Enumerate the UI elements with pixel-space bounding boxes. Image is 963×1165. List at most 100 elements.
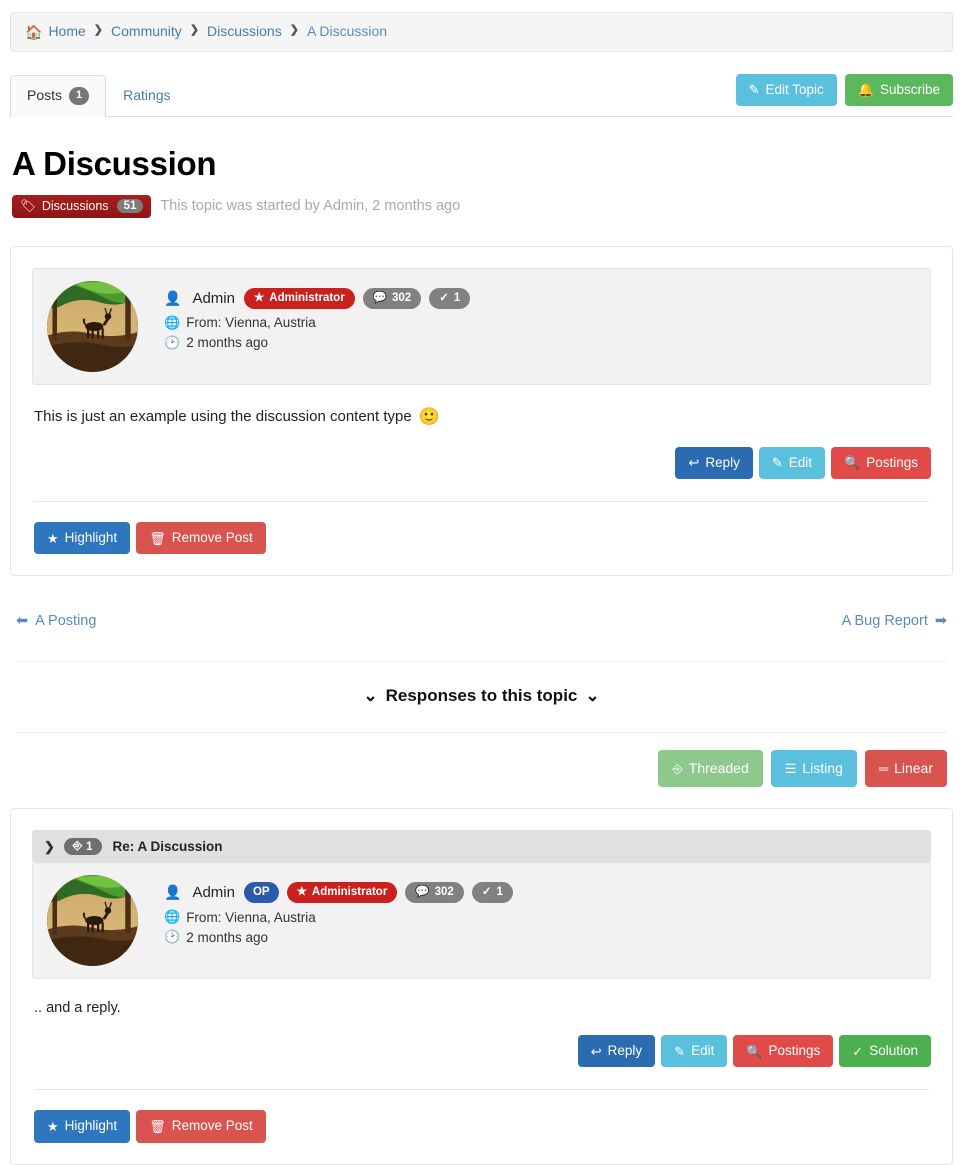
reply-author-name[interactable]: Admin bbox=[192, 884, 235, 901]
reply-panel: ❯ ⎆ 1 Re: A Discussion 👤 Admin OP ★ Admi… bbox=[10, 808, 953, 1165]
highlight-button[interactable]: ★ Highlight bbox=[34, 522, 131, 555]
remove-post-button[interactable]: 🗑 Remove Post bbox=[136, 522, 266, 555]
topic-tag-label: Discussions bbox=[41, 199, 109, 214]
chevron-right-icon[interactable]: ❯ bbox=[44, 839, 55, 855]
comment-icon: 💬 bbox=[372, 291, 388, 304]
arrow-circle-left-icon: ⬅ bbox=[16, 613, 29, 630]
view-mode-listing-label: Listing bbox=[802, 760, 843, 777]
breadcrumb-item-community[interactable]: Community bbox=[111, 22, 182, 42]
post-time: 🕑 2 months ago bbox=[164, 335, 470, 351]
post-actions: ↩ Reply ✎ Edit 🔍 Postings bbox=[32, 446, 931, 480]
post-body: This is just an example using the discus… bbox=[32, 385, 931, 427]
reply-author-line: 👤 Admin OP ★ Administrator 💬 302 ✓ 1 bbox=[164, 882, 513, 904]
reply-footer-actions: ★ Highlight 🗑 Remove Post bbox=[32, 1110, 931, 1143]
breadcrumb-item-home[interactable]: Home bbox=[48, 22, 85, 42]
post-location: 🌐 From: Vienna, Austria bbox=[164, 315, 470, 331]
reply-title: Re: A Discussion bbox=[112, 839, 223, 855]
badge-administrator-label: Administrator bbox=[311, 886, 388, 899]
star-icon: ★ bbox=[253, 291, 265, 304]
post-author-line: 👤 Admin ★ Administrator 💬 302 ✓ 1 bbox=[164, 287, 471, 309]
list-icon: ☰ bbox=[784, 761, 797, 777]
edit-label: Edit bbox=[788, 454, 813, 470]
post-panel: 👤 Admin ★ Administrator 💬 302 ✓ 1 🌐 From… bbox=[10, 245, 953, 577]
reply-icon: ↩ bbox=[688, 455, 700, 471]
reply-label: Reply bbox=[705, 454, 740, 470]
solution-button[interactable]: ✓ Solution bbox=[839, 1035, 931, 1068]
smiley-icon: 🙂 bbox=[418, 406, 440, 426]
tab-ratings[interactable]: Ratings bbox=[106, 75, 187, 117]
badge-op: OP bbox=[243, 882, 279, 904]
reply-location: 🌐 From: Vienna, Austria bbox=[164, 909, 513, 925]
arrow-circle-right-icon: ➡ bbox=[934, 613, 947, 630]
pager-next-link[interactable]: A Bug Report ➡ bbox=[842, 613, 947, 629]
reply-icon: ↩ bbox=[590, 1043, 602, 1059]
globe-icon: 🌐 bbox=[164, 909, 181, 925]
edit-topic-button[interactable]: ✎ Edit Topic bbox=[735, 73, 837, 106]
pager-prev-link[interactable]: ⬅ A Posting bbox=[16, 613, 96, 629]
pager-next-label: A Bug Report bbox=[841, 613, 928, 630]
user-icon: 👤 bbox=[164, 884, 182, 901]
tab-posts-label: Posts bbox=[27, 87, 63, 104]
reply-header: 👤 Admin OP ★ Administrator 💬 302 ✓ 1 🌐 F… bbox=[32, 863, 931, 980]
view-mode-listing[interactable]: ☰ Listing bbox=[770, 750, 857, 788]
reply-time-text: 2 months ago bbox=[186, 929, 268, 945]
edit-button[interactable]: ✎ Edit bbox=[758, 446, 826, 480]
comment-icon: 💬 bbox=[415, 886, 430, 899]
breadcrumb-item-discussions[interactable]: Discussions bbox=[207, 22, 282, 42]
reply-button[interactable]: ↩ Reply bbox=[577, 1035, 656, 1068]
badge-post-count-label: 302 bbox=[434, 886, 454, 899]
responses-heading: ⌄ Responses to this topic ⌄ bbox=[10, 686, 953, 706]
view-mode-linear[interactable]: ═ Linear bbox=[864, 750, 947, 788]
tab-posts[interactable]: Posts 1 bbox=[10, 75, 107, 117]
clock-icon: 🕑 bbox=[164, 334, 181, 350]
remove-post-label: Remove Post bbox=[171, 530, 253, 546]
reply-header-bar[interactable]: ❯ ⎆ 1 Re: A Discussion bbox=[32, 830, 931, 864]
post-time-text: 2 months ago bbox=[186, 335, 268, 351]
clock-icon: 🕑 bbox=[164, 929, 181, 945]
highlight-label: Highlight bbox=[64, 1118, 118, 1134]
post-author-name[interactable]: Admin bbox=[192, 290, 235, 307]
bars-icon: ═ bbox=[878, 761, 889, 777]
topic-tag-badge[interactable]: 🏷 Discussions 51 bbox=[12, 194, 152, 218]
page-root: 🏠 Home ❯ Community ❯ Discussions ❯ A Dis… bbox=[0, 12, 963, 1165]
pager-prev-label: A Posting bbox=[35, 613, 97, 630]
trash-icon: 🗑 bbox=[149, 530, 166, 546]
edit-icon: ✎ bbox=[674, 1043, 686, 1059]
reply-location-text: From: Vienna, Austria bbox=[186, 909, 316, 925]
badge-solution-count: ✓ 1 bbox=[429, 287, 471, 309]
badge-solution-count-label: 1 bbox=[496, 886, 503, 899]
reply-button[interactable]: ↩ Reply bbox=[675, 446, 753, 480]
responses-divider bbox=[16, 732, 947, 734]
avatar[interactable] bbox=[47, 280, 138, 372]
solution-label: Solution bbox=[869, 1043, 918, 1059]
check-icon: ✓ bbox=[439, 291, 449, 304]
post-location-text: From: Vienna, Austria bbox=[186, 315, 316, 331]
post-body-text: This is just an example using the discus… bbox=[34, 408, 412, 426]
subscribe-button[interactable]: 🔔 Subscribe bbox=[844, 73, 953, 106]
badge-administrator: ★ Administrator bbox=[286, 882, 398, 904]
topic-tag-count: 51 bbox=[116, 199, 144, 214]
postings-button[interactable]: 🔍 Postings bbox=[831, 446, 931, 480]
tab-list: Posts 1 Ratings bbox=[10, 75, 188, 117]
badge-administrator-label: Administrator bbox=[269, 291, 345, 304]
responses-heading-label: Responses to this topic bbox=[385, 686, 578, 706]
reply-author-info: 👤 Admin OP ★ Administrator 💬 302 ✓ 1 🌐 F… bbox=[164, 875, 513, 945]
highlight-label: Highlight bbox=[64, 530, 118, 546]
globe-icon: 🌐 bbox=[164, 314, 181, 330]
breadcrumb-separator: ❯ bbox=[93, 24, 104, 37]
postings-button[interactable]: 🔍 Postings bbox=[733, 1035, 834, 1068]
post-author-info: 👤 Admin ★ Administrator 💬 302 ✓ 1 🌐 From… bbox=[164, 281, 471, 351]
avatar[interactable] bbox=[47, 875, 138, 967]
remove-post-button[interactable]: 🗑 Remove Post bbox=[136, 1110, 266, 1143]
reply-time: 🕑 2 months ago bbox=[164, 929, 513, 945]
view-mode-linear-label: Linear bbox=[894, 760, 933, 777]
breadcrumb-separator: ❯ bbox=[289, 24, 299, 37]
view-mode-threaded[interactable]: ⎆ Threaded bbox=[658, 750, 763, 788]
check-icon: ✓ bbox=[481, 886, 492, 899]
bell-icon: 🔔 bbox=[857, 82, 874, 98]
topic-started-text: This topic was started by Admin, 2 month… bbox=[160, 198, 461, 215]
post-footer-actions: ★ Highlight 🗑 Remove Post bbox=[32, 522, 931, 555]
post-header: 👤 Admin ★ Administrator 💬 302 ✓ 1 🌐 From… bbox=[32, 267, 931, 385]
highlight-button[interactable]: ★ Highlight bbox=[34, 1110, 131, 1143]
edit-button[interactable]: ✎ Edit bbox=[661, 1035, 728, 1068]
